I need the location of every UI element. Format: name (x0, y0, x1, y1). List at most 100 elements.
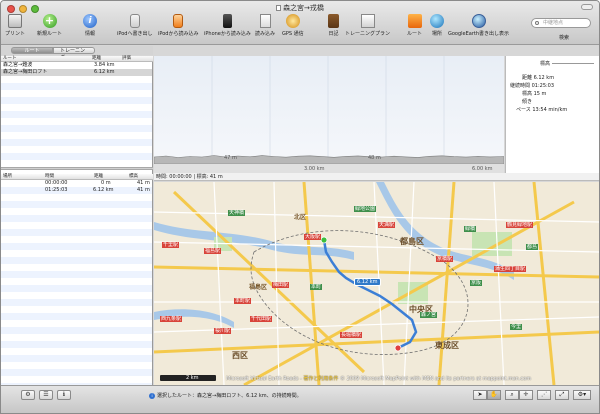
elevation-chart[interactable]: 47 m 3.00 km 48 m 6.00 km (154, 56, 504, 173)
action-menu-button[interactable]: ⚙▾ (573, 390, 591, 400)
road-sign: 本町 (310, 284, 323, 290)
route-end-marker[interactable] (394, 344, 402, 352)
route-button[interactable]: ルート (407, 14, 422, 37)
magnifier-icon: ⌕ (510, 391, 514, 398)
station-label: 西九条駅 (160, 316, 183, 322)
district-label: 西区 (232, 351, 248, 360)
info-small-button[interactable]: ℹ (57, 390, 71, 400)
tick-label: 48 m (368, 155, 381, 161)
new-route-button[interactable]: + 新規ルート (37, 14, 62, 37)
table-row-selected[interactable]: 森之宮→梅田ロフト 6.12 km (1, 69, 152, 76)
tab-route[interactable]: ルート (11, 47, 53, 54)
route-start-marker[interactable] (320, 236, 328, 244)
pane-splitter[interactable] (1, 167, 153, 170)
settings-button[interactable]: ⚙ (21, 390, 35, 400)
station-label: 千代田駅 (250, 316, 273, 322)
station-label: 大阪駅 (304, 234, 322, 240)
zoom-tool-button[interactable]: ⌕ (505, 390, 519, 400)
google-earth-button[interactable]: GoogleEarth書き出し表示 (448, 14, 509, 37)
ipod-export-icon (129, 14, 140, 28)
document-icon (276, 5, 282, 11)
station-label: 本町駅 (234, 298, 252, 304)
crosshair-tool-button[interactable]: ✛ (519, 390, 533, 400)
ipod-import-button[interactable]: iPodから読み込み (158, 14, 198, 37)
measure-tool-button[interactable]: ⤢ (555, 390, 569, 400)
crosshair-icon: ✛ (523, 391, 529, 398)
table-row[interactable]: 01:25:03 6.12 km 41 m (1, 187, 152, 194)
tick-label: 3.00 km (304, 166, 325, 172)
training-plan-button[interactable]: トレーニングプラン (345, 14, 390, 37)
app-window: 森之宮→戎橋 プリント + 新規ルート i 情報 iPodへ書き出し iPodから読… (0, 0, 600, 414)
search-input[interactable]: 中継地点 (531, 18, 591, 28)
window-title: 森之宮→戎橋 (1, 3, 599, 13)
place-button[interactable]: 場所 (430, 14, 444, 37)
gps-icon (285, 14, 300, 28)
terms-link[interactable]: 著作と利用条件 (303, 376, 338, 382)
stats-heading: 標高 (540, 61, 551, 67)
ipod-import-icon (173, 14, 184, 28)
hand-icon: ✋ (490, 391, 498, 398)
table-row[interactable]: 00:00:00 0 m 41 m (1, 180, 152, 187)
route-map[interactable]: 北区 都島区 中央区 東成区 西区 福島区 大阪駅 京橋駅 福島駅 本町駅 天満… (154, 182, 599, 385)
waypoint-tool-button[interactable]: ⋰ (537, 390, 551, 400)
station-label: 天満駅 (378, 222, 396, 228)
table-row[interactable]: 森之宮→難波 3.84 km (1, 62, 152, 69)
road-sign: 京阪 (470, 280, 483, 286)
status-message: i 選択したルート：森之宮→梅田ロフト、6.12 km、の持続時間。 (149, 392, 302, 399)
stats-duration: 継続時間 01:25:03 (510, 83, 555, 89)
diary-icon (328, 14, 339, 28)
waypoint-icon: ⋰ (541, 391, 547, 398)
gear-icon: ⚙ (25, 391, 31, 398)
iphone-import-button[interactable]: iPhoneから読み込み (204, 14, 251, 37)
district-label: 東成区 (435, 341, 459, 350)
park (472, 232, 512, 256)
gps-button[interactable]: GPS 通信 (282, 14, 304, 37)
tab-bar: ルート トレーニング (1, 46, 153, 61)
place-icon (430, 14, 444, 28)
pointer-tool-button[interactable]: ➤ (473, 390, 487, 400)
iphone-import-icon (222, 14, 232, 28)
station-label: 千里駅 (162, 242, 180, 248)
district-label: 福島区 (249, 284, 268, 291)
bottom-bar: ⚙ ☰ ℹ i 選択したルート：森之宮→梅田ロフト、6.12 km、の持続時間。 … (1, 385, 599, 413)
road-sign: 都島 (526, 244, 539, 250)
hand-tool-button[interactable]: ✋ (487, 390, 501, 400)
station-label: 福島駅 (204, 248, 222, 254)
road-sign: 天神橋 (228, 210, 246, 216)
district-label: 北区 (294, 214, 307, 221)
list-icon: ☰ (43, 391, 49, 398)
route-icon (407, 14, 422, 28)
import-icon (259, 14, 271, 28)
training-plan-icon (360, 14, 375, 28)
road-sign: 今里 (510, 324, 523, 330)
elevation-profile: 47 m 3.00 km 48 m 6.00 km (154, 56, 504, 173)
route-table-body (1, 62, 152, 167)
chart-readout: 時間: 00:00:00 | 標高: 41 m (154, 173, 599, 181)
toolbar: 森之宮→戎橋 プリント + 新規ルート i 情報 iPodへ書き出し iPodから読… (1, 1, 599, 45)
info-button[interactable]: i 情報 (83, 14, 97, 37)
google-earth-icon (471, 14, 486, 28)
station-label: 梅田駅 (272, 282, 290, 288)
elevation-area (154, 155, 504, 165)
toolbar-toggle-button[interactable] (581, 4, 593, 10)
station-label: 蒲生四丁目駅 (494, 266, 527, 272)
route-distance-badge: 6.12 km (354, 278, 381, 286)
printer-icon (8, 14, 22, 28)
tab-training[interactable]: トレーニング (53, 47, 95, 61)
ipod-export-button[interactable]: iPodへ書き出し (117, 14, 152, 37)
chart-axis-band (154, 164, 504, 173)
search-label: 検索 (558, 35, 569, 41)
station-label: 鶴見緑地駅 (506, 222, 534, 228)
gear-dropdown-icon: ⚙▾ (577, 391, 587, 398)
diary-button[interactable]: 日記 (328, 14, 339, 37)
arrow-pointer-icon: ➤ (477, 391, 483, 398)
list-button[interactable]: ☰ (39, 390, 53, 400)
map-scale-bar: 2 km (160, 375, 216, 381)
stats-distance: 距離 6.12 km (522, 75, 555, 81)
import-button[interactable]: 読み込み (255, 14, 275, 37)
road-sign: 森ノ宮 (420, 312, 438, 318)
print-button[interactable]: プリント (5, 14, 25, 37)
map-credit: Microsoft Virtual Earth Roads - 著作と利用条件 … (226, 376, 532, 382)
stats-elevation: 標高 15 m (522, 91, 547, 97)
road-sign: 緑地公園 (354, 206, 377, 212)
